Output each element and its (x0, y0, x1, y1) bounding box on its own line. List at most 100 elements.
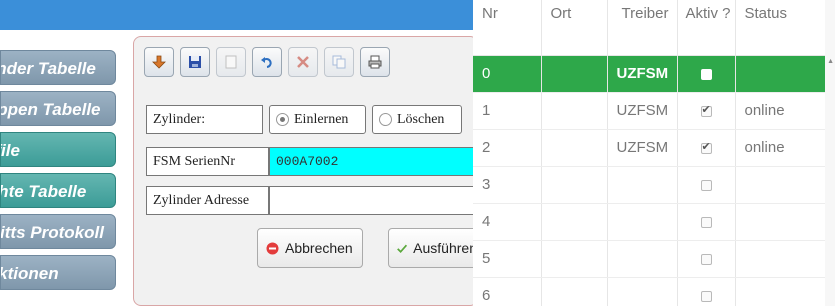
execute-label: Ausführen (413, 240, 477, 256)
undo-icon (261, 57, 272, 68)
sidebar-item-profile[interactable]: Profile (0, 132, 116, 167)
cell-ort (541, 277, 608, 306)
cell-aktiv (677, 240, 736, 278)
table-row[interactable]: 4 (473, 203, 826, 241)
sidebar-item-zylinder-tabelle[interactable]: Zylinder Tabelle (0, 50, 116, 85)
cell-ort (541, 166, 608, 204)
adresse-label: Zylinder Adresse (146, 186, 269, 215)
check-icon (397, 244, 408, 253)
einlernen-label: Einlernen (294, 112, 349, 127)
new-button[interactable] (216, 47, 246, 77)
cell-ort (541, 55, 608, 93)
table-row[interactable]: 5 (473, 240, 826, 278)
cell-aktiv (677, 129, 736, 167)
table-row[interactable]: 0 UZFSM (473, 55, 826, 93)
einlernen-radio[interactable]: Einlernen (269, 105, 366, 134)
save-button[interactable] (180, 47, 210, 77)
sidebar-item-rechte-tabelle[interactable]: Rechte Tabelle (0, 173, 116, 208)
cylinder-table: Nr Ort Treiber Aktiv ? Status 0 UZFSM 1 UZF… (473, 0, 835, 306)
cell-aktiv (677, 277, 736, 306)
cell-treiber: UZFSM (607, 129, 678, 167)
radio-selected-icon (276, 113, 289, 126)
print-icon (368, 55, 382, 69)
aktiv-checkbox[interactable] (700, 68, 712, 80)
table-row[interactable]: 2 UZFSM online (473, 129, 826, 167)
aktiv-checkbox[interactable] (700, 216, 712, 228)
serial-label: FSM SerienNr (146, 147, 269, 176)
copy-icon (332, 55, 346, 69)
cell-nr: 5 (473, 240, 542, 278)
sidebar: Zylinder Tabelle Gruppen Tabelle Profile… (0, 36, 124, 306)
print-button[interactable] (360, 47, 390, 77)
loeschen-label: Löschen (397, 112, 445, 127)
cell-treiber: UZFSM (607, 92, 678, 130)
table-header: Nr Ort Treiber Aktiv ? Status (473, 0, 826, 56)
save-icon (189, 56, 201, 68)
cell-status (735, 277, 826, 306)
cell-ort (541, 92, 608, 130)
cancel-label: Abbrechen (285, 240, 353, 256)
table-row[interactable]: 3 (473, 166, 826, 204)
adresse-row: Zylinder Adresse (146, 186, 479, 215)
col-header-treiber[interactable]: Treiber (607, 0, 678, 56)
cell-status (735, 203, 826, 241)
radio-unselected-icon (379, 113, 392, 126)
cell-treiber (607, 203, 678, 241)
cell-treiber (607, 277, 678, 306)
cell-nr: 0 (473, 55, 542, 93)
adresse-input[interactable] (269, 186, 479, 215)
cell-status (735, 240, 826, 278)
aktiv-checkbox[interactable] (700, 103, 712, 117)
cell-ort (541, 203, 608, 241)
sidebar-item-zutritts-protokoll[interactable]: Zutritts Protokoll (0, 214, 116, 249)
col-header-aktiv[interactable]: Aktiv ? (677, 0, 736, 56)
delete-button[interactable] (288, 47, 318, 77)
cell-status: online (735, 92, 826, 130)
sidebar-item-gruppen-tabelle[interactable]: Gruppen Tabelle (0, 91, 116, 126)
scrollbar[interactable]: ▲ (825, 0, 835, 306)
table-row[interactable]: 1 UZFSM online (473, 92, 826, 130)
col-header-ort[interactable]: Ort (541, 0, 608, 56)
copy-button[interactable] (324, 47, 354, 77)
new-icon (225, 55, 237, 69)
aktiv-checkbox[interactable] (700, 179, 712, 191)
delete-icon (297, 56, 309, 68)
cell-ort (541, 129, 608, 167)
col-header-status[interactable]: Status (735, 0, 826, 56)
execute-button[interactable]: Ausführen (388, 228, 478, 268)
import-button[interactable] (144, 47, 174, 77)
cell-treiber (607, 166, 678, 204)
cell-nr: 1 (473, 92, 542, 130)
cell-ort (541, 240, 608, 278)
cell-aktiv (677, 92, 736, 130)
aktiv-checkbox[interactable] (700, 253, 712, 265)
cell-nr: 2 (473, 129, 542, 167)
cell-status: online (735, 129, 826, 167)
serial-row: FSM SerienNr 000A7002 (146, 147, 479, 176)
zylinder-label: Zylinder: (146, 105, 263, 134)
undo-button[interactable] (252, 47, 282, 77)
cell-nr: 6 (473, 277, 542, 306)
col-header-nr[interactable]: Nr (473, 0, 542, 56)
cancel-button[interactable]: Abbrechen (257, 228, 363, 268)
loeschen-radio[interactable]: Löschen (372, 105, 462, 134)
cell-status (735, 166, 826, 204)
sidebar-item-funktionen[interactable]: Funktionen (0, 255, 116, 290)
cell-nr: 4 (473, 203, 542, 241)
serial-input[interactable]: 000A7002 (269, 147, 479, 176)
zylinder-row: Zylinder: Einlernen Löschen (146, 105, 462, 134)
cell-aktiv (677, 55, 736, 93)
import-icon (152, 55, 166, 69)
cell-aktiv (677, 203, 736, 241)
aktiv-checkbox[interactable] (700, 140, 712, 154)
aktiv-checkbox[interactable] (700, 290, 712, 302)
cell-nr: 3 (473, 166, 542, 204)
cell-aktiv (677, 166, 736, 204)
table-row[interactable]: 6 (473, 277, 826, 306)
top-bar (0, 0, 473, 30)
toolbar (144, 47, 390, 81)
cylinder-panel: Zylinder: Einlernen Löschen FSM SerienNr… (133, 36, 479, 306)
cancel-icon (266, 242, 279, 254)
cell-treiber (607, 240, 678, 278)
scroll-up-icon[interactable]: ▲ (827, 58, 834, 65)
